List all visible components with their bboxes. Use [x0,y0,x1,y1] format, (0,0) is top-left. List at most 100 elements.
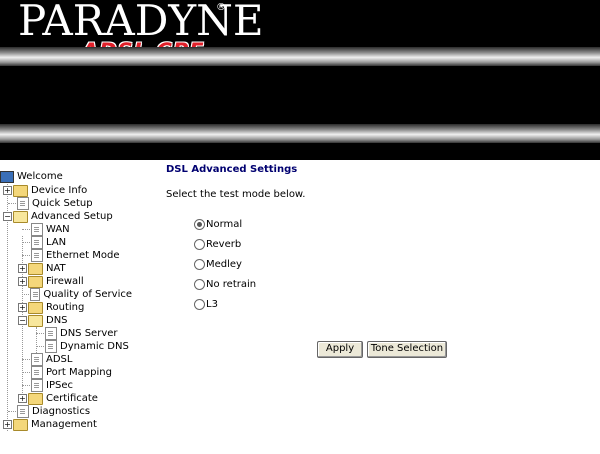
header-banner: PARADYNE ® ADSL CPE [0,0,600,160]
tree-connector [22,359,30,360]
page-icon [31,236,43,249]
radio-label: No retrain [206,278,257,290]
tree-connector [22,385,30,386]
tree-item-dynamic-dns[interactable]: Dynamic DNS [36,340,129,353]
folder-icon [28,275,43,288]
tree-item-label: ADSL [46,354,73,365]
tree-item-diagnostics[interactable]: Diagnostics [8,405,90,418]
tree-item-label: LAN [46,237,67,248]
tree-item-advanced-setup[interactable]: − Advanced Setup [3,210,113,223]
expand-plus-icon[interactable]: + [18,394,27,403]
tree-item-quick-setup[interactable]: Quick Setup [8,197,93,210]
radio-reverb[interactable] [194,238,205,250]
tree-item-label: Diagnostics [32,406,91,417]
radio-label: Normal [206,218,243,230]
tree-item-label: Quick Setup [32,198,93,209]
page-icon [17,405,29,418]
folder-open-icon [13,210,28,223]
page-icon [31,353,43,366]
tree-item-lan[interactable]: LAN [22,236,66,249]
tone-selection-button[interactable]: Tone Selection [367,341,447,358]
tree-item-label: Dynamic DNS [60,341,129,352]
tree-item-label: IPSec [46,380,73,391]
tree-item-label: Quality of Service [43,289,132,300]
page-icon [31,379,43,392]
tree-item-label: Certificate [46,393,98,404]
tree-connector [22,255,30,256]
mode-option-no-retrain[interactable]: No retrain [194,277,256,291]
tree-item-welcome[interactable]: Welcome [0,170,63,183]
tree-item-dns-server[interactable]: DNS Server [36,327,118,340]
collapse-minus-icon[interactable]: − [18,316,27,325]
instruction-text: Select the test mode below. [166,189,306,200]
tree-item-port-mapping[interactable]: Port Mapping [22,366,112,379]
tree-item-label: DNS [46,315,68,326]
tree-item-ethernet-mode[interactable]: Ethernet Mode [22,249,120,262]
tree-connector [36,333,44,334]
page-icon [31,249,43,262]
apply-button[interactable]: Apply [317,341,363,358]
tree-item-label: WAN [46,224,70,235]
radio-label: Reverb [206,238,242,250]
tree-item-label: Management [31,419,97,430]
expand-plus-icon[interactable]: + [18,264,27,273]
folder-icon [13,184,28,197]
folder-icon [28,262,43,275]
tree-item-label: Port Mapping [46,367,112,378]
tree-connector [22,229,30,230]
mode-option-l3[interactable]: L3 [194,297,218,311]
tree-connector [36,346,44,347]
page-icon [17,197,29,210]
radio-label: Medley [206,258,242,270]
radio-medley[interactable] [194,258,205,270]
computer-icon [0,170,14,183]
tree-connector [22,372,30,373]
mode-option-reverb[interactable]: Reverb [194,237,241,251]
folder-icon [13,418,28,431]
tree-item-label: Welcome [17,171,63,182]
header-chrome-bar-top [0,47,600,66]
page-icon [31,366,43,379]
tree-item-label: Firewall [46,276,84,287]
expand-plus-icon[interactable]: + [3,420,12,429]
tree-item-label: DNS Server [60,328,118,339]
tree-item-adsl[interactable]: ADSL [22,353,72,366]
page-title: DSL Advanced Settings [166,164,298,175]
radio-l3[interactable] [194,298,205,310]
radio-normal[interactable] [194,218,205,230]
tree-item-label: Routing [46,302,85,313]
header-chrome-bar-bottom [0,124,600,143]
radio-no-retrain[interactable] [194,278,205,290]
tree-connector [8,203,16,204]
folder-icon [28,301,43,314]
folder-icon [28,392,43,405]
tree-item-quality-of-service[interactable]: Quality of Service [22,288,132,301]
tree-item-label: Advanced Setup [31,211,113,222]
mode-option-medley[interactable]: Medley [194,257,242,271]
page-icon [29,288,41,301]
tree-item-dns[interactable]: − DNS [18,314,68,327]
folder-open-icon [28,314,43,327]
tree-item-label: Device Info [31,185,88,196]
expand-plus-icon[interactable]: + [3,186,12,195]
collapse-minus-icon[interactable]: − [3,212,12,221]
tree-item-wan[interactable]: WAN [22,223,70,236]
tree-item-ipsec[interactable]: IPSec [22,379,73,392]
radio-label: L3 [206,298,218,310]
page-icon [45,340,57,353]
tree-item-nat[interactable]: + NAT [18,262,66,275]
tree-item-routing[interactable]: + Routing [18,301,84,314]
expand-plus-icon[interactable]: + [18,303,27,312]
page-icon [45,327,57,340]
tree-item-device-info[interactable]: + Device Info [3,184,87,197]
tree-item-label: Ethernet Mode [46,250,120,261]
tree-item-firewall[interactable]: + Firewall [18,275,84,288]
tree-item-label: NAT [46,263,66,274]
expand-plus-icon[interactable]: + [18,277,27,286]
tree-item-management[interactable]: + Management [3,418,97,431]
page-icon [31,223,43,236]
mode-option-normal[interactable]: Normal [194,217,242,231]
tree-item-certificate[interactable]: + Certificate [18,392,98,405]
tree-connector [22,242,30,243]
registered-mark: ® [216,2,226,13]
